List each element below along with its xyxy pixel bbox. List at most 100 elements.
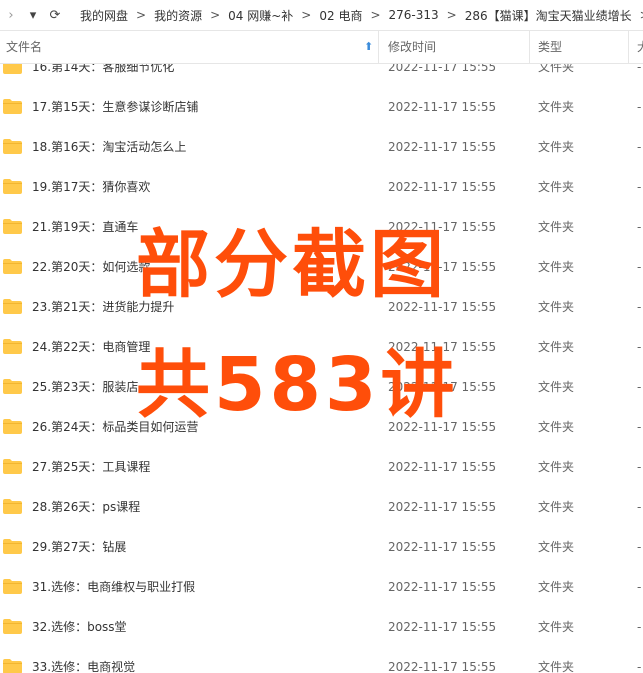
folder-icon — [3, 619, 22, 634]
file-size: - — [637, 260, 642, 274]
file-type: 文件夹 — [538, 580, 575, 594]
file-type: 文件夹 — [538, 260, 575, 274]
file-modified: 2022-11-17 15:55 — [388, 100, 497, 114]
file-type: 文件夹 — [538, 380, 575, 394]
file-row[interactable]: 22.第20天：如何选款 2022-11-17 15:55 文件夹 - — [0, 247, 643, 287]
breadcrumb-item[interactable]: 我的资源 — [152, 7, 204, 24]
file-modified: 2022-11-17 15:55 — [388, 540, 497, 554]
breadcrumb-item[interactable]: 04 网赚~补 — [226, 7, 295, 24]
column-divider[interactable] — [378, 31, 379, 63]
file-row[interactable]: 28.第26天：ps课程 2022-11-17 15:55 文件夹 - — [0, 487, 643, 527]
file-size: - — [637, 140, 642, 154]
folder-icon — [3, 179, 22, 194]
file-type: 文件夹 — [538, 180, 575, 194]
folder-icon — [3, 579, 22, 594]
file-size: - — [637, 660, 642, 673]
file-type: 文件夹 — [538, 64, 575, 74]
file-name: 31.选修：电商维权与职业打假 — [32, 580, 196, 594]
file-row[interactable]: 27.第25天：工具课程 2022-11-17 15:55 文件夹 - — [0, 447, 643, 487]
breadcrumb-item[interactable]: 276-313 — [387, 8, 441, 22]
file-type: 文件夹 — [538, 140, 575, 154]
file-modified: 2022-11-17 15:55 — [388, 64, 497, 74]
file-name: 27.第25天：工具课程 — [32, 460, 151, 474]
column-divider[interactable] — [529, 31, 530, 63]
file-row[interactable]: 23.第21天：进货能力提升 2022-11-17 15:55 文件夹 - — [0, 287, 643, 327]
file-size: - — [637, 220, 642, 234]
file-row[interactable]: 26.第24天：标品类目如何运营 2022-11-17 15:55 文件夹 - — [0, 407, 643, 447]
caret-down-icon[interactable]: ▾ — [22, 8, 44, 23]
folder-icon — [3, 219, 22, 234]
file-name: 28.第26天：ps课程 — [32, 500, 141, 514]
file-row[interactable]: 32.选修：boss堂 2022-11-17 15:55 文件夹 - — [0, 607, 643, 647]
file-modified: 2022-11-17 15:55 — [388, 380, 497, 394]
breadcrumb-item[interactable]: 286【猫课】淘宝天猫业绩增长 — [463, 7, 634, 24]
sort-ascending-icon: ⬆ — [364, 40, 374, 53]
file-type: 文件夹 — [538, 300, 575, 314]
chevron-right-icon[interactable]: › — [0, 8, 22, 23]
file-type: 文件夹 — [538, 100, 575, 114]
column-modified-header[interactable]: 修改时间 — [388, 31, 528, 63]
chevron-right-icon: > — [446, 8, 457, 22]
file-size: - — [637, 180, 642, 194]
folder-icon — [3, 459, 22, 474]
file-name: 26.第24天：标品类目如何运营 — [32, 420, 199, 434]
file-name: 25.第23天：服装店 — [32, 380, 139, 394]
file-modified: 2022-11-17 15:55 — [388, 460, 497, 474]
file-size: - — [637, 380, 642, 394]
file-type: 文件夹 — [538, 420, 575, 434]
file-name: 21.第19天：直通车 — [32, 220, 139, 234]
file-modified: 2022-11-17 15:55 — [388, 140, 497, 154]
file-modified: 2022-11-17 15:55 — [388, 420, 497, 434]
file-row[interactable]: 24.第22天：电商管理 2022-11-17 15:55 文件夹 - — [0, 327, 643, 367]
file-row[interactable]: 31.选修：电商维权与职业打假 2022-11-17 15:55 文件夹 - — [0, 567, 643, 607]
file-type: 文件夹 — [538, 500, 575, 514]
chevron-right-icon: > — [210, 8, 221, 22]
file-modified: 2022-11-17 15:55 — [388, 580, 497, 594]
file-name: 33.选修：电商视觉 — [32, 660, 136, 673]
chevron-right-icon: > — [136, 8, 147, 22]
column-divider[interactable] — [628, 31, 629, 63]
file-modified: 2022-11-17 15:55 — [388, 300, 497, 314]
file-row[interactable]: 19.第17天：猜你喜欢 2022-11-17 15:55 文件夹 - — [0, 167, 643, 207]
file-size: - — [637, 620, 642, 634]
file-row[interactable]: 18.第16天：淘宝活动怎么上 2022-11-17 15:55 文件夹 - — [0, 127, 643, 167]
column-header: 文件名 ⬆ 修改时间 类型 大 — [0, 31, 643, 64]
file-size: - — [637, 340, 642, 354]
file-modified: 2022-11-17 15:55 — [388, 220, 497, 234]
file-list: 16.第14天：客服细节优化 2022-11-17 15:55 文件夹 - 17… — [0, 64, 643, 673]
file-name: 22.第20天：如何选款 — [32, 260, 151, 274]
file-row[interactable]: 29.第27天：钻展 2022-11-17 15:55 文件夹 - — [0, 527, 643, 567]
folder-icon — [3, 379, 22, 394]
breadcrumb-item[interactable]: 我的网盘 — [78, 7, 130, 24]
file-row[interactable]: 25.第23天：服装店 2022-11-17 15:55 文件夹 - — [0, 367, 643, 407]
file-name: 19.第17天：猜你喜欢 — [32, 180, 151, 194]
column-name-header[interactable]: 文件名 — [6, 31, 376, 63]
chevron-right-icon: > — [634, 8, 643, 22]
folder-icon — [3, 539, 22, 554]
folder-icon — [3, 659, 22, 673]
file-type: 文件夹 — [538, 540, 575, 554]
file-modified: 2022-11-17 15:55 — [388, 660, 497, 673]
file-size: - — [637, 420, 642, 434]
refresh-icon[interactable]: ⟳ — [44, 8, 66, 23]
file-size: - — [637, 580, 642, 594]
folder-icon — [3, 499, 22, 514]
file-row[interactable]: 16.第14天：客服细节优化 2022-11-17 15:55 文件夹 - — [0, 64, 643, 87]
file-row[interactable]: 21.第19天：直通车 2022-11-17 15:55 文件夹 - — [0, 207, 643, 247]
file-name: 24.第22天：电商管理 — [32, 340, 151, 354]
folder-icon — [3, 99, 22, 114]
file-type: 文件夹 — [538, 660, 575, 673]
folder-icon — [3, 64, 22, 74]
chevron-right-icon: > — [370, 8, 381, 22]
file-name: 23.第21天：进货能力提升 — [32, 300, 175, 314]
file-row[interactable]: 33.选修：电商视觉 2022-11-17 15:55 文件夹 - — [0, 647, 643, 673]
file-type: 文件夹 — [538, 220, 575, 234]
file-size: - — [637, 100, 642, 114]
column-size-header[interactable]: 大 — [637, 31, 643, 63]
file-row[interactable]: 17.第15天：生意参谋诊断店铺 2022-11-17 15:55 文件夹 - — [0, 87, 643, 127]
file-modified: 2022-11-17 15:55 — [388, 620, 497, 634]
column-type-header[interactable]: 类型 — [538, 31, 628, 63]
file-type: 文件夹 — [538, 460, 575, 474]
file-modified: 2022-11-17 15:55 — [388, 500, 497, 514]
breadcrumb-item[interactable]: 02 电商 — [317, 7, 364, 24]
